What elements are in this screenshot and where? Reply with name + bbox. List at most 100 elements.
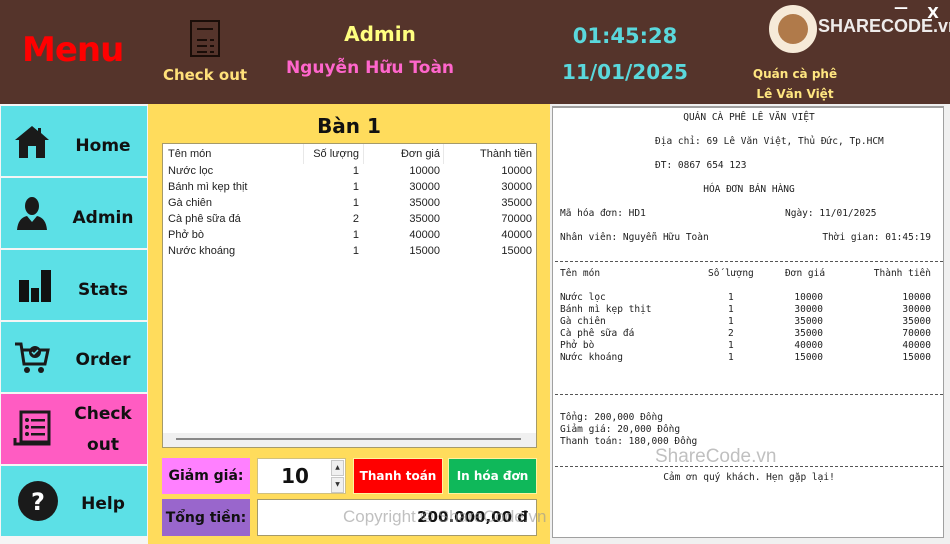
sidebar-item-checkout[interactable]: Check out bbox=[1, 394, 147, 464]
receipt-divider bbox=[555, 261, 943, 262]
order-items-grid[interactable]: Tên món Số lượng Đơn giá Thành tiền Nước… bbox=[162, 143, 537, 448]
discount-input[interactable] bbox=[258, 459, 332, 493]
receipt-sum: Tổng: 200,000 Đồng bbox=[560, 412, 663, 423]
bar-chart-icon bbox=[19, 270, 51, 302]
close-button[interactable]: X bbox=[925, 4, 941, 22]
cell-qty: 1 bbox=[352, 165, 359, 177]
receipt-item-qty: 1 bbox=[728, 304, 734, 315]
table-row[interactable]: Nước lọc 1 10000 10000 bbox=[163, 164, 536, 180]
receipt-item-name: Cà phê sữa đá bbox=[560, 328, 635, 339]
stepper-up-button[interactable]: ▲ bbox=[331, 460, 344, 476]
user-name: Nguyễn Hữu Toàn bbox=[285, 58, 455, 78]
checkout-document-icon bbox=[190, 20, 220, 57]
user-role: Admin bbox=[344, 22, 416, 46]
receipt-divider bbox=[555, 466, 943, 467]
coffee-logo-icon bbox=[767, 3, 819, 55]
order-panel: Bàn 1 Tên món Số lượng Đơn giá Thành tiề… bbox=[148, 104, 550, 544]
receipt-title: HÓA ĐƠN BÁN HÀNG bbox=[703, 184, 795, 195]
table-row[interactable]: Bánh mì kẹp thịt 1 30000 30000 bbox=[163, 180, 536, 196]
sidebar-item-label: Check bbox=[74, 404, 132, 424]
cell-name: Gà chiên bbox=[168, 197, 213, 209]
receipt-item-price: 30000 bbox=[794, 304, 823, 315]
sidebar-item-help[interactable]: ? Help bbox=[1, 466, 147, 536]
table-title: Bàn 1 bbox=[317, 114, 381, 138]
grid-header: Tên món Số lượng Đơn giá Thành tiền bbox=[163, 144, 536, 164]
receipt-item-total: 40000 bbox=[902, 340, 931, 351]
table-row[interactable]: Cà phê sữa đá 2 35000 70000 bbox=[163, 212, 536, 228]
receipt-item-price: 40000 bbox=[794, 340, 823, 351]
sharecode-watermark: ShareCode.vn bbox=[655, 446, 777, 467]
receipt-item-price: 35000 bbox=[794, 328, 823, 339]
table-row[interactable]: Gà chiên 1 35000 35000 bbox=[163, 196, 536, 212]
cell-qty: 1 bbox=[352, 245, 359, 257]
sidebar-item-order[interactable]: Order bbox=[1, 322, 147, 392]
receipt-phone: ĐT: 0867 654 123 bbox=[655, 160, 747, 171]
total-label: Tổng tiền: bbox=[162, 499, 250, 536]
scrollbar-thumb[interactable] bbox=[176, 438, 521, 440]
receipt-item-qty: 1 bbox=[728, 340, 734, 351]
print-invoice-button[interactable]: In hóa đơn bbox=[448, 458, 537, 494]
cell-name: Nước khoáng bbox=[168, 245, 236, 257]
receipt-icon bbox=[13, 410, 51, 446]
shop-name-line1: Quán cà phê bbox=[752, 67, 838, 81]
sidebar-item-label-line2: out bbox=[87, 435, 119, 455]
sidebar-item-label: Help bbox=[81, 494, 125, 514]
cell-qty: 1 bbox=[352, 181, 359, 193]
cell-price: 10000 bbox=[409, 165, 440, 177]
receipt-item-qty: 1 bbox=[728, 316, 734, 327]
clock-time: 01:45:28 bbox=[572, 24, 678, 48]
pay-button[interactable]: Thanh toán bbox=[353, 458, 443, 494]
receipt-item-total: 70000 bbox=[902, 328, 931, 339]
receipt-item-total: 10000 bbox=[902, 292, 931, 303]
clock-date: 11/01/2025 bbox=[562, 60, 688, 84]
receipt-col-price: Đơn giá bbox=[785, 268, 826, 279]
receipt-date: Ngày: 11/01/2025 bbox=[785, 208, 877, 219]
sidebar-item-home[interactable]: Home bbox=[1, 106, 147, 176]
receipt-shop-name: QUÁN CÀ PHÊ LÊ VĂN VIỆT bbox=[683, 112, 815, 123]
receipt-payment: Thanh toán: 180,000 Đồng bbox=[560, 436, 698, 447]
sidebar-item-label: Admin bbox=[72, 208, 134, 228]
receipt-item-total: 30000 bbox=[902, 304, 931, 315]
cell-total: 70000 bbox=[501, 213, 532, 225]
receipt-item-name: Nước lọc bbox=[560, 292, 606, 303]
cell-price: 30000 bbox=[409, 181, 440, 193]
total-amount-field: 200.000,00 đ bbox=[257, 499, 537, 536]
receipt-item-total: 35000 bbox=[902, 316, 931, 327]
cell-price: 15000 bbox=[409, 245, 440, 257]
sidebar: Home Admin Stats Order Check out ? Help bbox=[0, 104, 148, 544]
stepper-down-button[interactable]: ▼ bbox=[331, 477, 344, 493]
column-header-qty[interactable]: Số lượng bbox=[313, 148, 359, 160]
column-header-total[interactable]: Thành tiền bbox=[480, 148, 532, 160]
menu-title: Menu bbox=[22, 30, 124, 70]
column-header-price[interactable]: Đơn giá bbox=[401, 148, 440, 160]
receipt-item-name: Gà chiên bbox=[560, 316, 606, 327]
receipt-item-price: 10000 bbox=[794, 292, 823, 303]
column-header-name[interactable]: Tên món bbox=[168, 148, 211, 160]
table-row[interactable]: Phở bò 1 40000 40000 bbox=[163, 228, 536, 244]
sidebar-item-stats[interactable]: Stats bbox=[1, 250, 147, 320]
minimize-button[interactable]: — bbox=[893, 0, 909, 16]
receipt-item-qty: 1 bbox=[728, 352, 734, 363]
help-icon: ? bbox=[18, 481, 58, 521]
cell-total: 30000 bbox=[501, 181, 532, 193]
sidebar-item-admin[interactable]: Admin bbox=[1, 178, 147, 248]
receipt-item-total: 15000 bbox=[902, 352, 931, 363]
discount-stepper[interactable]: ▲ ▼ bbox=[257, 458, 346, 494]
receipt-item-qty: 1 bbox=[728, 292, 734, 303]
cell-qty: 1 bbox=[352, 197, 359, 209]
header-checkout-label: Check out bbox=[162, 66, 248, 84]
receipt-staff: Nhân viên: Nguyễn Hữu Toàn bbox=[560, 232, 709, 243]
receipt-divider bbox=[555, 394, 943, 395]
shop-name-label: Quán cà phê Lê Văn Việt bbox=[740, 64, 850, 104]
header-bar: Menu Check out Admin Nguyễn Hữu Toàn 01:… bbox=[0, 0, 950, 104]
cell-price: 35000 bbox=[409, 197, 440, 209]
receipt-preview[interactable]: QUÁN CÀ PHÊ LÊ VĂN VIỆT Địa chỉ: 69 Lê V… bbox=[552, 106, 944, 538]
horizontal-scrollbar[interactable] bbox=[163, 433, 536, 447]
receipt-address: Địa chỉ: 69 Lê Văn Việt, Thủ Đức, Tp.HCM bbox=[655, 136, 884, 147]
receipt-col-name: Tên món bbox=[560, 268, 601, 279]
cell-name: Nước lọc bbox=[168, 165, 214, 177]
table-row[interactable]: Nước khoáng 1 15000 15000 bbox=[163, 244, 536, 260]
receipt-invoice-id: Mã hóa đơn: HD1 bbox=[560, 208, 646, 219]
cell-qty: 1 bbox=[352, 229, 359, 241]
sidebar-item-label: Home bbox=[75, 136, 131, 156]
